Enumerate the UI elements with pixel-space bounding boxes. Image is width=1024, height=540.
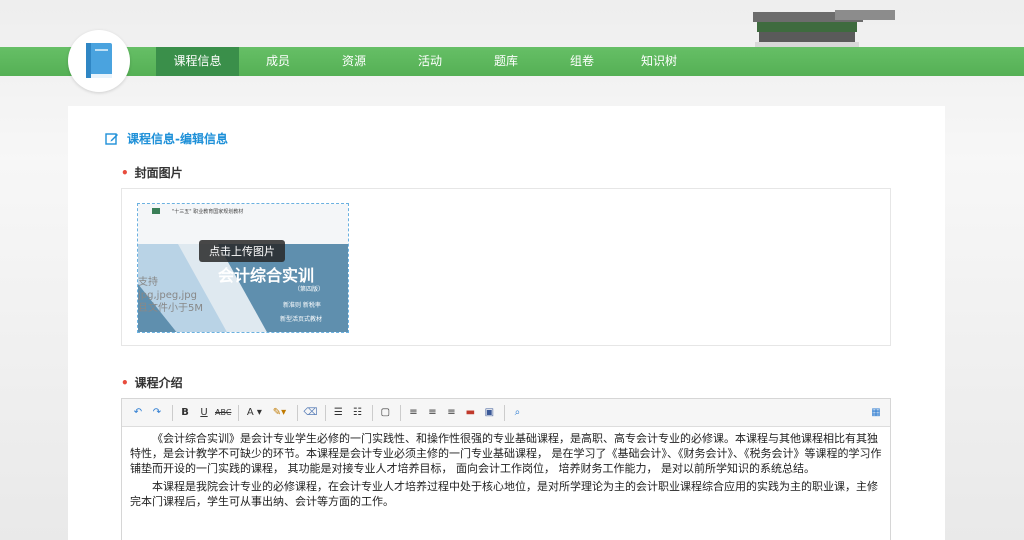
nav-course-info[interactable]: 课程信息 (156, 47, 239, 76)
book-authors-text: 新准则 新税率 (283, 302, 321, 309)
fullscreen-icon[interactable]: ▦ (868, 404, 884, 422)
toolbar-divider (238, 404, 240, 421)
cover-label-text: 封面图片 (134, 166, 183, 180)
insert-image-icon[interactable]: ▬ (462, 404, 478, 422)
editor-toolbar: ↶ ↷ B U ABC A ▾ ✎▾ ⌫ ☰ ☷ ▢ ≡ ≡ ≡ ▬ ▣ ⌕ ▦ (122, 399, 890, 427)
upload-hint: 支持jpg,jpeg,jpg 且文件小于5M (138, 276, 208, 315)
toolbar-divider (325, 404, 327, 421)
intro-paragraph: 本课程是我院会计专业的必修课程，在会计专业人才培养过程中处于核心地位，是对所学理… (130, 480, 878, 508)
page-title-text: 课程信息-编辑信息 (127, 132, 228, 146)
align-right-icon[interactable]: ≡ (443, 404, 459, 422)
upload-tooltip: 点击上传图片 (199, 240, 285, 262)
toolbar-divider (172, 404, 173, 421)
ordered-list-icon[interactable]: ☰ (330, 404, 346, 422)
save-icon[interactable]: ▣ (481, 404, 497, 422)
required-marker: • (121, 166, 129, 180)
cover-label: • 封面图片 (121, 164, 183, 181)
eraser-icon[interactable]: ⌫ (302, 404, 318, 422)
page-title: 课程信息-编辑信息 (105, 130, 228, 147)
toolbar-divider (504, 404, 506, 421)
rich-text-editor: ↶ ↷ B U ABC A ▾ ✎▾ ⌫ ☰ ☷ ▢ ≡ ≡ ≡ ▬ ▣ ⌕ ▦ (121, 398, 891, 540)
nav-activities[interactable]: 活动 (405, 47, 455, 76)
course-logo[interactable] (68, 30, 130, 92)
nav-resources[interactable]: 资源 (329, 47, 379, 76)
intro-paragraph: 《会计综合实训》是会计专业学生必修的一门实践性、和操作性很强的专业基础课程，是高… (130, 432, 882, 475)
preview-icon[interactable]: ⌕ (509, 404, 525, 422)
undo-icon[interactable]: ↶ (130, 404, 146, 422)
edit-icon (105, 132, 118, 145)
book-title-text: 会计综合实训 (218, 266, 315, 285)
nav-question-bank[interactable]: 题库 (481, 47, 531, 76)
highlight-color-icon[interactable]: ✎▾ (268, 404, 290, 422)
content-card: 课程信息-编辑信息 • 封面图片 "十三五" 职业教育国家规划教材 会计综合实训 … (68, 106, 945, 540)
nav-exam-builder[interactable]: 组卷 (557, 47, 607, 76)
toolbar-divider (297, 404, 299, 421)
nav-members[interactable]: 成员 (253, 47, 303, 76)
upload-hint-line2: 且文件小于5M (138, 303, 203, 314)
nav-knowledge-tree[interactable]: 知识树 (630, 47, 688, 76)
book-series-text: "十三五" 职业教育国家规划教材 (172, 209, 244, 215)
redo-icon[interactable]: ↷ (149, 404, 165, 422)
required-marker: • (121, 376, 129, 390)
unordered-list-icon[interactable]: ☷ (349, 404, 365, 422)
intro-label-text: 课程介绍 (134, 376, 183, 390)
cover-upload-area: "十三五" 职业教育国家规划教材 会计综合实训 （第四版） 新准则 新税率 新型… (121, 188, 891, 346)
editor-content[interactable]: 《会计综合实训》是会计专业学生必修的一门实践性、和操作性很强的专业基础课程，是高… (122, 427, 890, 516)
toolbar-divider (372, 404, 374, 421)
upload-hint-line1: 支持jpg,jpeg,jpg (138, 277, 197, 301)
toolbar-divider (400, 404, 402, 421)
strikethrough-icon[interactable]: ABC (215, 404, 231, 422)
intro-label: • 课程介绍 (121, 374, 183, 391)
bold-icon[interactable]: B (177, 404, 193, 422)
book-edition-text: （第四版） (294, 286, 325, 293)
cover-image-upload[interactable]: "十三五" 职业教育国家规划教材 会计综合实训 （第四版） 新准则 新税率 新型… (137, 203, 349, 333)
font-color-icon[interactable]: A ▾ (243, 404, 265, 422)
book-icon (86, 43, 112, 78)
align-left-icon[interactable]: ≡ (405, 404, 421, 422)
underline-icon[interactable]: U (196, 404, 212, 422)
align-center-icon[interactable]: ≡ (424, 404, 440, 422)
book-type-text: 新型活页式教材 (280, 316, 323, 323)
paragraph-icon[interactable]: ▢ (377, 404, 393, 422)
